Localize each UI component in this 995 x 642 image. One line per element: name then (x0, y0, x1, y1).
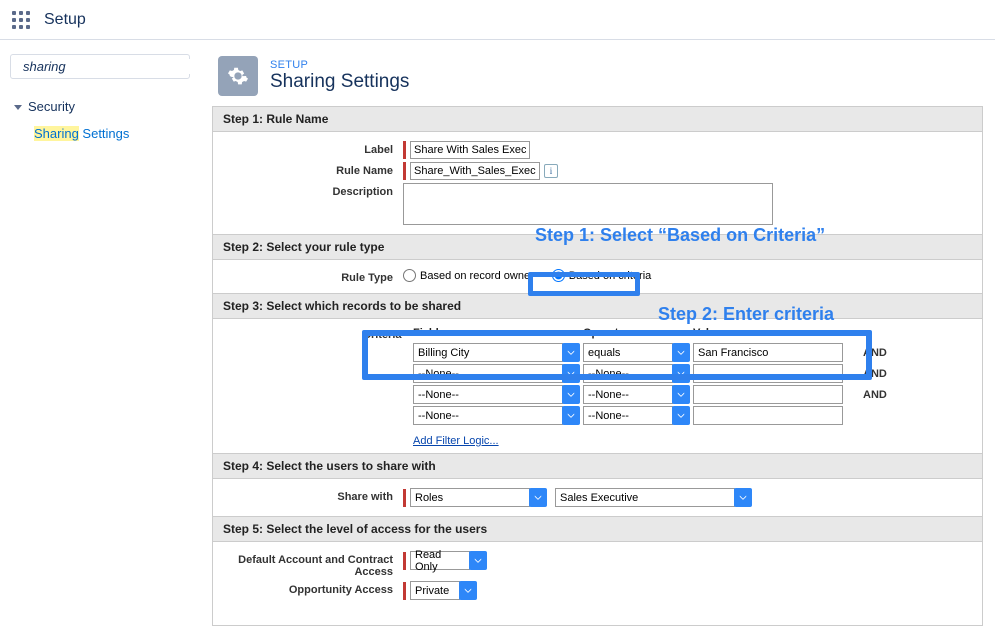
chevron-down-icon[interactable] (469, 551, 487, 570)
required-indicator (403, 162, 406, 180)
nav-item-sharing-settings[interactable]: Sharing Settings (10, 120, 190, 147)
nav-label-suffix: Settings (79, 126, 130, 141)
chevron-down-icon[interactable] (562, 385, 580, 404)
criteria-row-4: --None-- --None-- (413, 406, 972, 425)
nav-label-highlight: Sharing (34, 126, 79, 141)
radio-owner[interactable]: Based on record owner (403, 269, 534, 282)
and-label: AND (863, 368, 887, 380)
nav-item-security[interactable]: Security (10, 93, 190, 120)
app-title: Setup (44, 11, 86, 29)
step-5-header: Step 5: Select the level of access for t… (213, 516, 982, 542)
label-criteria: Criteria (363, 329, 402, 341)
operator-value: equals (583, 343, 673, 362)
label-rule-name: Rule Name (223, 162, 403, 177)
chevron-down-icon[interactable] (529, 488, 547, 507)
criteria-row-1: Billing City equals AND (413, 343, 972, 362)
share-with-type-value: Roles (410, 488, 530, 507)
step-1-header: Step 1: Rule Name (213, 107, 982, 132)
label-description: Description (223, 183, 403, 198)
chevron-down-icon[interactable] (562, 343, 580, 362)
chevron-down-icon[interactable] (672, 385, 690, 404)
radio-criteria-input[interactable] (552, 269, 565, 282)
col-field: Field (413, 327, 583, 339)
share-with-type-select[interactable]: Roles (410, 488, 547, 507)
value-input-1[interactable] (693, 343, 843, 362)
and-label: AND (863, 389, 887, 401)
required-indicator (403, 582, 406, 600)
main-content: SETUP Sharing Settings Step 1: Rule Name… (200, 40, 995, 642)
add-filter-logic-link[interactable]: Add Filter Logic... (413, 435, 499, 447)
gear-icon (218, 56, 258, 96)
account-access-value: Read Only (410, 551, 470, 570)
operator-select-2[interactable]: --None-- (583, 364, 693, 383)
field-value: Billing City (413, 343, 563, 362)
operator-select-1[interactable]: equals (583, 343, 693, 362)
topbar: Setup (0, 0, 995, 40)
opportunity-access-value: Private (410, 581, 460, 600)
field-select-4[interactable]: --None-- (413, 406, 583, 425)
value-input-3[interactable] (693, 385, 843, 404)
chevron-down-icon[interactable] (734, 488, 752, 507)
label-input[interactable] (410, 141, 530, 159)
chevron-down-icon[interactable] (672, 406, 690, 425)
value-input-2[interactable] (693, 364, 843, 383)
rule-name-input[interactable] (410, 162, 540, 180)
share-with-target-value: Sales Executive (555, 488, 735, 507)
share-with-target-select[interactable]: Sales Executive (555, 488, 752, 507)
radio-criteria-label: Based on criteria (569, 270, 652, 282)
operator-select-3[interactable]: --None-- (583, 385, 693, 404)
chevron-down-icon[interactable] (562, 364, 580, 383)
col-value: Value (693, 327, 843, 339)
app-launcher-icon[interactable] (12, 11, 30, 29)
radio-owner-label: Based on record owner (420, 270, 534, 282)
breadcrumb: SETUP (270, 59, 409, 71)
sidebar: Security Sharing Settings (0, 40, 200, 642)
criteria-row-3: --None-- --None-- AND (413, 385, 972, 404)
nav-label: Security (28, 99, 75, 114)
label-share-with: Share with (223, 488, 403, 503)
description-textarea[interactable] (403, 183, 773, 225)
field-select-2[interactable]: --None-- (413, 364, 583, 383)
field-select-3[interactable]: --None-- (413, 385, 583, 404)
quick-find-input[interactable] (23, 59, 201, 74)
required-indicator (403, 141, 406, 159)
chevron-down-icon[interactable] (672, 343, 690, 362)
quick-find-input-wrap[interactable] (10, 54, 190, 79)
operator-select-4[interactable]: --None-- (583, 406, 693, 425)
radio-owner-input[interactable] (403, 269, 416, 282)
chevron-down-icon[interactable] (562, 406, 580, 425)
field-select-1[interactable]: Billing City (413, 343, 583, 362)
chevron-down-icon[interactable] (459, 581, 477, 600)
required-indicator (403, 489, 406, 507)
col-operator: Operator (583, 327, 693, 339)
label-opportunity-access: Opportunity Access (223, 581, 403, 596)
label-default-account-access: Default Account and Contract Access (223, 551, 403, 578)
label-rule-type: Rule Type (223, 269, 403, 284)
step-2-header: Step 2: Select your rule type (213, 234, 982, 260)
step-4-header: Step 4: Select the users to share with (213, 453, 982, 479)
chevron-down-icon[interactable] (672, 364, 690, 383)
step-3-header: Step 3: Select which records to be share… (213, 293, 982, 319)
info-icon[interactable]: i (544, 164, 558, 178)
label-label: Label (223, 141, 403, 156)
account-access-select[interactable]: Read Only (410, 551, 487, 570)
criteria-row-2: --None-- --None-- AND (413, 364, 972, 383)
form-panel: Step 1: Rule Name Label Rule Name i (212, 106, 983, 626)
radio-criteria[interactable]: Based on criteria (552, 269, 652, 282)
page-header: SETUP Sharing Settings (200, 40, 995, 106)
opportunity-access-select[interactable]: Private (410, 581, 477, 600)
required-indicator (403, 552, 406, 570)
page-title: Sharing Settings (270, 71, 409, 93)
value-input-4[interactable] (693, 406, 843, 425)
and-label: AND (863, 347, 887, 359)
